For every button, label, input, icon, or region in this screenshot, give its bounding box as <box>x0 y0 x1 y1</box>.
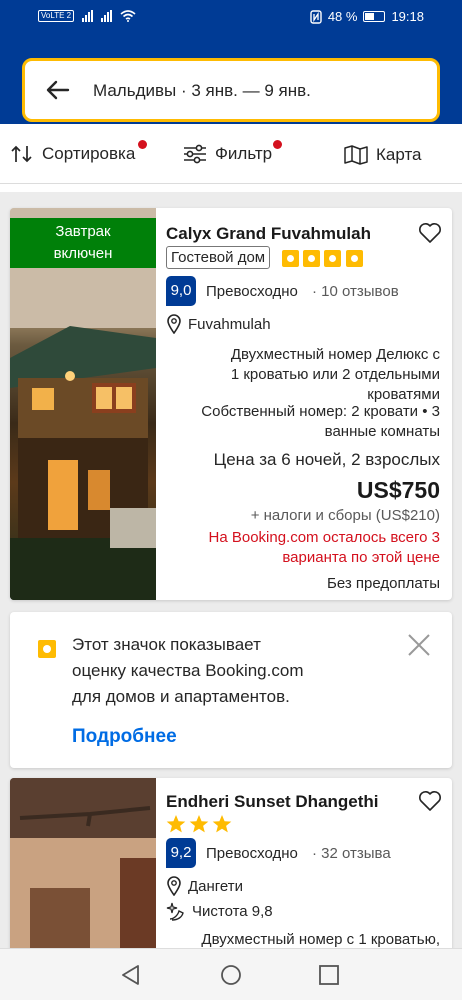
location: Дангети <box>166 876 243 896</box>
previous-card-edge <box>0 184 462 192</box>
location-text: Дангети <box>188 877 244 895</box>
location-text: Fuvahmulah <box>188 315 271 333</box>
status-bar: VoLTE 2 48 % 19:18 <box>0 0 462 36</box>
quality-info-card: Этот значок показывает оценку качества B… <box>10 612 452 768</box>
property-title[interactable]: Calyx Grand Fuvahmulah <box>166 224 371 244</box>
star-icon <box>189 815 209 833</box>
home-nav-icon[interactable] <box>220 964 242 986</box>
favorite-heart-icon[interactable] <box>418 222 442 244</box>
quality-square-icon <box>282 250 299 267</box>
location: Fuvahmulah <box>166 314 271 334</box>
breakfast-badge-text: Завтрак включен <box>53 223 113 262</box>
rating-word: Превосходно <box>206 283 298 300</box>
property-card[interactable]: Endheri Sunset Dhangethi 9,2 Превосходно… <box>10 778 452 958</box>
signal-icon-2 <box>101 10 113 22</box>
review-score: 9,2 <box>166 838 196 868</box>
property-card[interactable]: Завтрак включен Calyx Grand Fuvahmulah Г… <box>10 208 452 600</box>
scarcity-message: На Booking.com осталось всего 3 варианта… <box>208 529 441 566</box>
filter-notification-dot <box>273 140 282 149</box>
clock: 19:18 <box>391 9 424 24</box>
search-summary[interactable]: Мальдивы · 3 янв. — 9 янв. <box>22 58 440 122</box>
sparkle-icon <box>166 902 184 921</box>
star-icon <box>212 815 232 833</box>
cleanliness: Чистота 9,8 <box>166 901 273 921</box>
room-illustration <box>10 778 156 958</box>
location-pin-icon <box>167 314 181 334</box>
results-toolbar: Сортировка Фильтр Карта <box>0 124 462 184</box>
signal-icon <box>82 10 94 22</box>
system-nav-bar <box>0 948 462 1000</box>
room-detail: Собственный номер: 2 кровати • 3 ванные … <box>201 403 440 440</box>
favorite-heart-icon[interactable] <box>418 790 442 812</box>
quality-square-icon <box>303 250 320 267</box>
volte-indicator: VoLTE 2 <box>38 10 75 22</box>
recents-nav-icon[interactable] <box>318 964 340 986</box>
map-label: Карта <box>376 145 422 164</box>
map-button[interactable]: Карта <box>344 144 422 166</box>
price: US$750 <box>356 477 440 503</box>
no-prepayment: Без предоплаты <box>326 575 440 592</box>
learn-more-link[interactable]: Подробнее <box>72 726 177 748</box>
star-icon <box>166 815 186 833</box>
back-nav-icon[interactable] <box>120 964 142 986</box>
map-icon <box>344 145 368 165</box>
breakfast-badge: Завтрак включен <box>10 218 156 268</box>
filter-label: Фильтр <box>215 144 273 163</box>
search-query-text[interactable]: Мальдивы · 3 янв. — 9 янв. <box>93 81 311 101</box>
property-photo[interactable]: Завтрак включен <box>10 208 156 600</box>
battery-percent: 48 % <box>327 9 358 24</box>
quality-badge-icon <box>38 640 56 658</box>
sort-label: Сортировка <box>42 144 136 163</box>
property-photo[interactable] <box>10 778 156 958</box>
room-type: Двухместный номер Делюкс с 1 кроватью ил… <box>230 346 440 403</box>
nfc-icon <box>310 9 322 24</box>
price-label: Цена за 6 ночей, 2 взрослых <box>213 450 440 469</box>
rating-word: Превосходно <box>206 845 298 862</box>
quality-square-icon <box>324 250 341 267</box>
filter-button[interactable]: Фильтр <box>183 144 272 164</box>
cleanliness-text: Чистота 9,8 <box>192 902 273 920</box>
close-icon[interactable] <box>406 632 432 658</box>
thumbs-up-icon <box>346 250 363 267</box>
sort-button[interactable]: Сортировка <box>10 144 135 164</box>
sort-icon <box>11 145 32 163</box>
quality-info-text: Этот значок показывает оценку качества B… <box>72 635 304 706</box>
review-score: 9,0 <box>166 276 196 306</box>
location-pin-icon <box>167 876 181 896</box>
review-count: · 10 отзывов <box>312 283 399 300</box>
room-type: Двухместный номер с 1 кроватью, <box>201 931 440 948</box>
back-arrow-icon[interactable] <box>43 75 73 105</box>
battery-icon <box>363 11 386 22</box>
filter-sliders-icon <box>184 144 206 164</box>
taxes-fees: + налоги и сборы (US$210) <box>250 507 440 524</box>
sort-notification-dot <box>138 140 147 149</box>
property-title[interactable]: Endheri Sunset Dhangethi <box>166 792 379 812</box>
property-type-tag: Гостевой дом <box>166 246 271 269</box>
review-count: · 32 отзыва <box>312 845 391 862</box>
wifi-icon <box>120 10 136 22</box>
